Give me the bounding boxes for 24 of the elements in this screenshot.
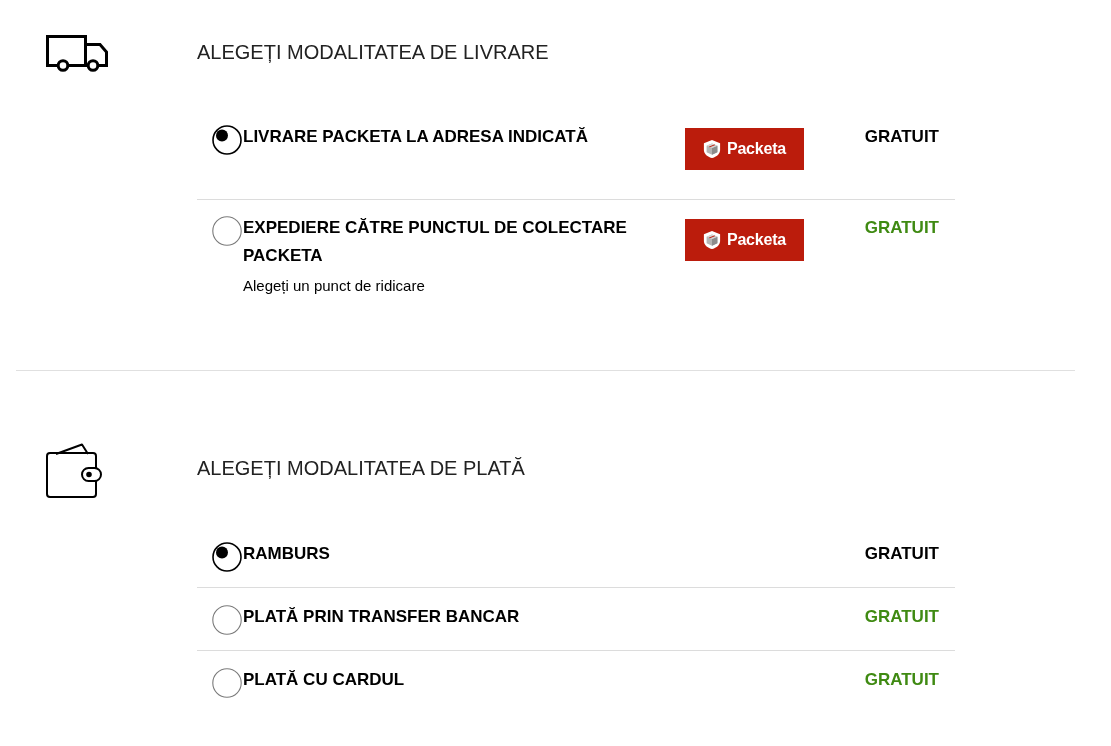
option-label: LIVRARE PACKETA LA ADRESA INDICATĂ xyxy=(243,126,589,148)
option-label: PLATĂ CU CARDUL xyxy=(243,669,405,691)
price-label: GRATUIT xyxy=(864,669,939,691)
radio-button[interactable] xyxy=(212,605,242,635)
logo-text: Packeta xyxy=(726,140,787,158)
price-label: GRATUIT xyxy=(864,217,939,239)
price-label: GRATUIT xyxy=(864,126,939,148)
option-label: PLATĂ PRIN TRANSFER BANCAR xyxy=(243,606,520,628)
wallet-icon xyxy=(46,443,102,499)
option-note: Alegeți un punct de ridicare xyxy=(243,276,425,296)
radio-button[interactable] xyxy=(212,542,242,572)
price-label: GRATUIT xyxy=(864,543,939,565)
box-icon xyxy=(702,139,721,159)
logo-text: Packeta xyxy=(726,231,787,249)
radio-button[interactable] xyxy=(212,125,242,155)
radio-button[interactable] xyxy=(212,216,242,246)
box-icon xyxy=(702,230,721,250)
truck-icon xyxy=(46,35,108,72)
radio-button[interactable] xyxy=(212,668,242,698)
section-heading: ALEGEȚI MODALITATEA DE LIVRARE xyxy=(197,40,549,65)
option-label: RAMBURS xyxy=(243,543,330,565)
section-heading: ALEGEȚI MODALITATEA DE PLATĂ xyxy=(197,456,525,481)
price-label: GRATUIT xyxy=(864,606,939,628)
option-label: EXPEDIERE CĂTRE PUNCTUL DE COLECTARE PACKETA xyxy=(243,217,628,267)
